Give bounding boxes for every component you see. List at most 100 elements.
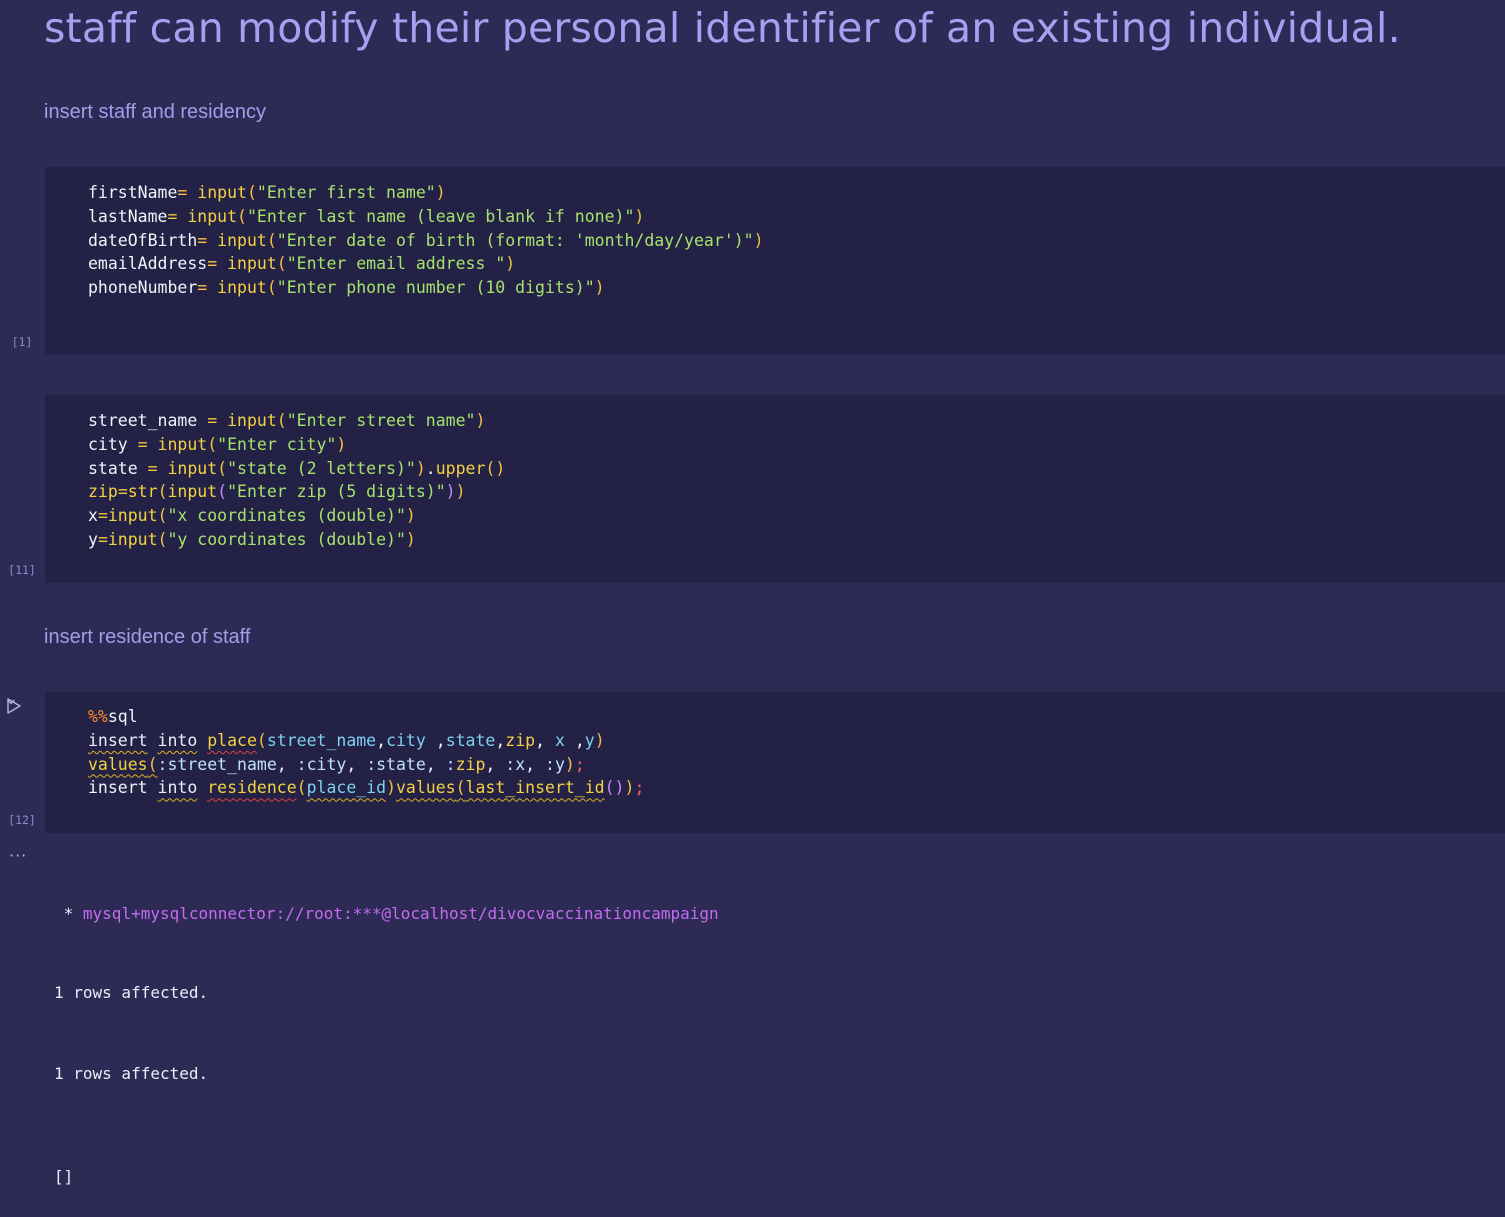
code-token: city bbox=[386, 730, 426, 750]
code-line: insert into place(street_name,city ,stat… bbox=[88, 729, 644, 753]
code-token: = bbox=[177, 183, 188, 202]
code-token: = bbox=[167, 206, 178, 226]
code-token: , bbox=[276, 754, 297, 774]
code-token: () bbox=[604, 778, 625, 798]
code-token: last_insert_id bbox=[465, 778, 605, 798]
output-connection-line: * mysql+mysqlconnector://root:***@localh… bbox=[54, 900, 719, 925]
code-token: zip bbox=[88, 482, 118, 502]
code-token: input bbox=[167, 482, 218, 502]
code-token: ) bbox=[564, 754, 575, 774]
code-token: ( bbox=[237, 206, 247, 226]
code-editor[interactable]: firstName= input("Enter first name") last… bbox=[88, 181, 764, 300]
code-cell-2[interactable]: street_name = input("Enter street name")… bbox=[45, 395, 1505, 583]
code-token: state bbox=[88, 458, 148, 478]
code-token: input bbox=[167, 458, 218, 478]
code-token: ( bbox=[256, 730, 267, 750]
code-editor[interactable]: street_name = input("Enter street name")… bbox=[88, 409, 505, 552]
connection-string: mysql+mysqlconnector://root:***@localhos… bbox=[82, 904, 719, 923]
output-line: [] bbox=[54, 1167, 74, 1186]
code-token: () bbox=[485, 458, 506, 478]
code-cell-1[interactable]: firstName= input("Enter first name") last… bbox=[45, 167, 1505, 355]
execution-count: [11] bbox=[8, 563, 36, 577]
code-token: ) bbox=[505, 254, 516, 274]
execution-count: [1] bbox=[11, 335, 33, 349]
code-token: ) bbox=[455, 482, 466, 502]
code-token: , bbox=[425, 754, 446, 774]
code-token: , bbox=[346, 754, 367, 774]
code-token: ) bbox=[405, 529, 416, 549]
code-token: "Enter city" bbox=[217, 434, 337, 454]
code-token: "state (2 letters)" bbox=[227, 458, 416, 478]
code-line: values(:street_name, :city, :state, :zip… bbox=[88, 753, 644, 777]
code-token: ( bbox=[217, 458, 228, 478]
code-token: state bbox=[445, 730, 496, 750]
code-token: "Enter street name" bbox=[286, 411, 476, 430]
code-token: :y bbox=[545, 754, 565, 774]
code-token: ) bbox=[336, 434, 347, 454]
code-token: "y coordinates (double)" bbox=[167, 529, 406, 549]
code-token: into bbox=[157, 778, 198, 798]
code-token: into bbox=[157, 730, 198, 750]
code-line: x=input("x coordinates (double)") bbox=[88, 504, 505, 528]
code-token: "Enter last name (leave blank if none)" bbox=[246, 206, 635, 226]
code-token: ( bbox=[217, 482, 228, 502]
code-token: %% bbox=[88, 707, 108, 726]
code-line: state = input("state (2 letters)").upper… bbox=[88, 457, 505, 481]
code-token: :state bbox=[366, 754, 426, 774]
code-token: phoneNumber bbox=[88, 278, 198, 298]
code-token: : bbox=[445, 754, 456, 774]
code-token: y bbox=[584, 730, 595, 750]
code-token: firstName bbox=[88, 183, 178, 202]
code-cell-3[interactable]: %%sql insert into place(street_name,city … bbox=[45, 692, 1505, 833]
code-token: place bbox=[207, 730, 257, 750]
code-token: insert bbox=[88, 730, 148, 750]
code-token: ( bbox=[455, 778, 466, 798]
code-token: ; bbox=[634, 778, 645, 798]
code-token: ) bbox=[405, 506, 416, 526]
code-token: ) bbox=[415, 458, 426, 478]
code-token: ) bbox=[753, 230, 764, 250]
run-cell-button[interactable] bbox=[6, 697, 36, 715]
code-token: input bbox=[227, 411, 277, 430]
code-token: = bbox=[137, 434, 148, 454]
code-token: = bbox=[197, 230, 208, 250]
code-token: street_name bbox=[266, 730, 377, 750]
code-token: , bbox=[376, 730, 387, 750]
code-token: , bbox=[535, 730, 555, 750]
code-token: , bbox=[485, 754, 506, 774]
code-editor[interactable]: %%sql insert into place(street_name,city … bbox=[88, 705, 644, 800]
code-line: emailAddress= input("Enter email address… bbox=[88, 252, 764, 276]
code-token: :city bbox=[296, 754, 347, 774]
code-token: ( bbox=[157, 482, 168, 502]
code-line: lastName= input("Enter last name (leave … bbox=[88, 205, 764, 229]
code-token: residence bbox=[207, 778, 297, 798]
code-token: emailAddress bbox=[88, 254, 208, 274]
cell-output: * mysql+mysqlconnector://root:***@localh… bbox=[54, 846, 719, 1217]
code-token: input bbox=[107, 506, 158, 526]
code-token: = bbox=[147, 458, 158, 478]
code-token: ) bbox=[435, 183, 446, 202]
code-line: city = input("Enter city") bbox=[88, 433, 505, 457]
code-token: ) bbox=[445, 482, 456, 502]
code-token: ( bbox=[296, 778, 307, 798]
code-token: ; bbox=[574, 754, 585, 774]
code-token: place_id bbox=[306, 778, 387, 798]
code-token: dateOfBirth bbox=[88, 230, 198, 250]
code-token: input bbox=[197, 183, 247, 202]
code-token: ( bbox=[266, 230, 277, 250]
output-menu-button[interactable]: ··· bbox=[9, 846, 27, 865]
code-token: ( bbox=[157, 506, 168, 526]
code-token: input bbox=[187, 206, 238, 226]
chevron-down-icon[interactable] bbox=[6, 697, 16, 707]
code-token: input bbox=[107, 529, 158, 549]
code-token: :street_name bbox=[157, 754, 277, 774]
code-token: city bbox=[88, 434, 138, 454]
code-token: sql bbox=[107, 707, 138, 726]
code-token: ( bbox=[147, 754, 158, 774]
code-token: str bbox=[127, 482, 158, 502]
markdown-title: staff can modify their personal identifi… bbox=[44, 4, 1401, 52]
